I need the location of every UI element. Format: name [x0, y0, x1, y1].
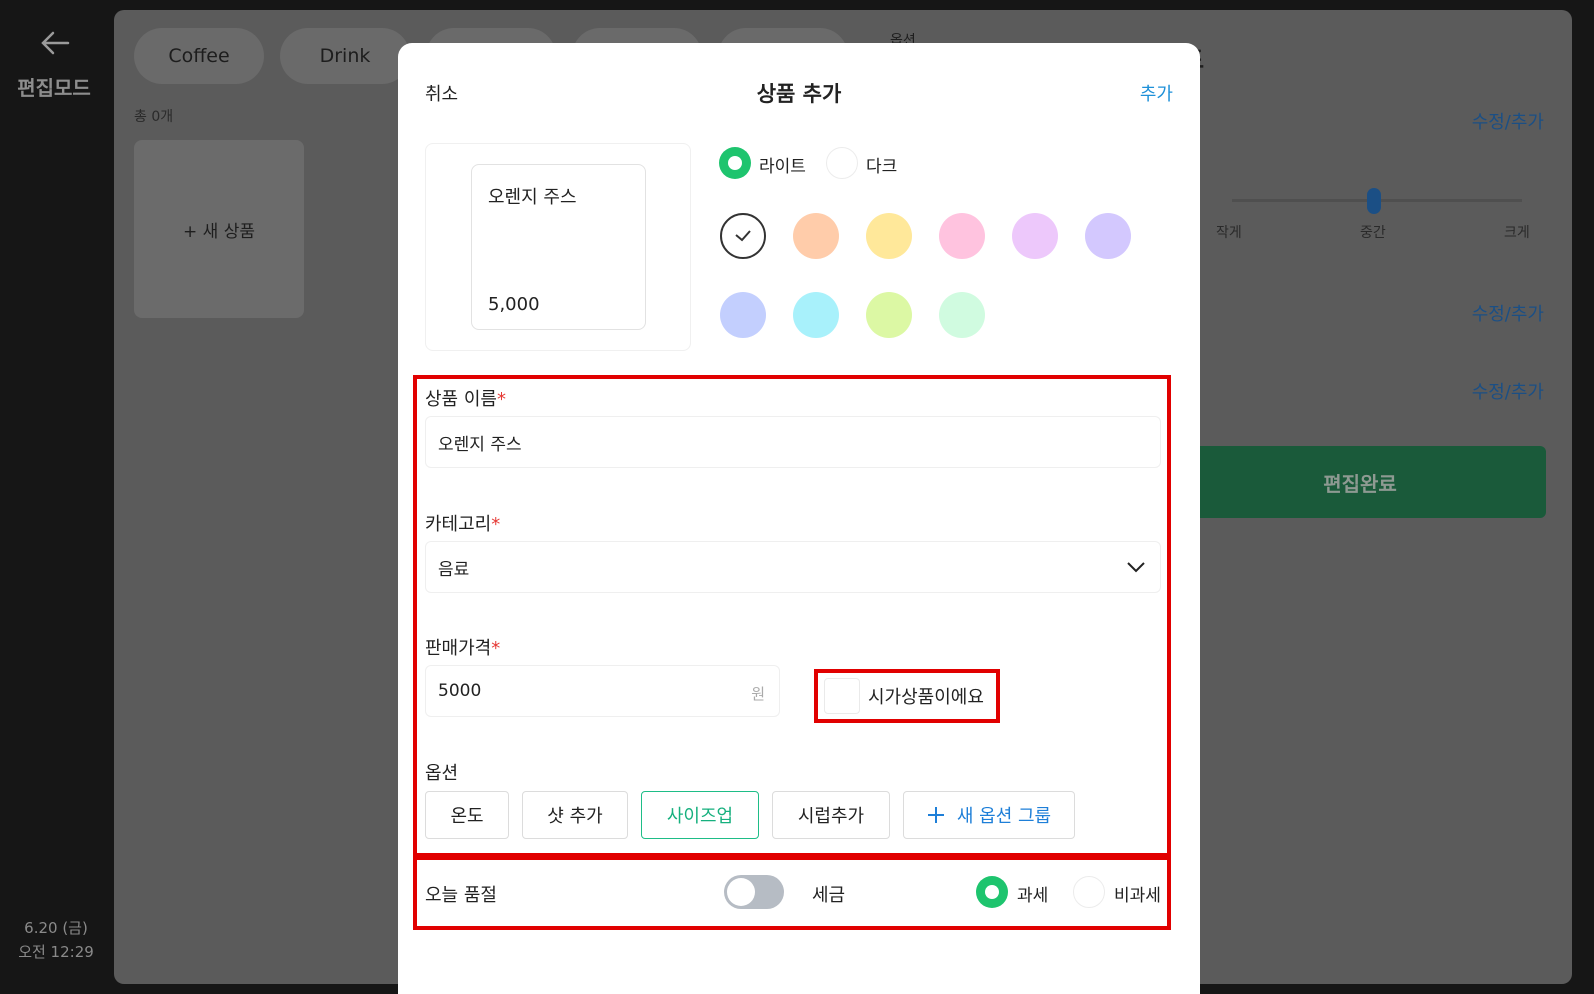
size-medium-label: 중간 [1360, 225, 1386, 241]
cancel-button[interactable]: 취소 [425, 80, 458, 106]
swatch-blue[interactable] [720, 292, 766, 338]
edit-mode-label: 편집모드 [17, 76, 91, 100]
swatch-mint[interactable] [939, 292, 985, 338]
highlight-soldout-tax [413, 856, 1171, 930]
theme-light-radio[interactable] [719, 147, 751, 179]
new-product-card[interactable]: + 새 상품 [134, 140, 304, 318]
theme-dark-label: 다크 [866, 157, 898, 177]
theme-dark-radio[interactable] [826, 147, 858, 179]
left-rail: 편집모드 6.20 (금) 오전 12:29 [0, 0, 112, 994]
swatch-lavender[interactable] [1085, 213, 1131, 259]
highlight-form-fields [413, 375, 1171, 857]
total-count: 총 0개 [134, 109, 174, 125]
size-small-label: 작게 [1216, 225, 1242, 241]
swatch-yellow[interactable] [866, 213, 912, 259]
tab-coffee[interactable]: Coffee [134, 28, 264, 84]
edit-group-link[interactable]: 수정/추가 [1472, 300, 1544, 326]
add-product-modal: 상품 추가 취소 추가 오렌지 주스 5,000 라이트 다크 상품 이름* 오… [398, 43, 1200, 994]
add-button[interactable]: 추가 [1140, 80, 1173, 106]
highlight-market-price [814, 669, 1000, 723]
preview-price: 5,000 [488, 294, 540, 315]
swatch-cyan[interactable] [793, 292, 839, 338]
product-preview: 오렌지 주스 5,000 [425, 143, 691, 351]
swatch-peach[interactable] [793, 213, 839, 259]
date-text: 6.20 (금) [24, 919, 88, 937]
preview-name: 오렌지 주스 [488, 187, 577, 208]
check-icon [735, 230, 751, 242]
edit-option-link[interactable]: 수정/추가 [1472, 378, 1544, 404]
time-text: 오전 12:29 [18, 943, 94, 961]
swatch-lime[interactable] [866, 292, 912, 338]
theme-light-label: 라이트 [759, 157, 806, 177]
swatch-lilac[interactable] [1012, 213, 1058, 259]
edit-category-link[interactable]: 수정/추가 [1472, 108, 1544, 134]
modal-title: 상품 추가 [756, 82, 842, 106]
swatch-pink[interactable] [939, 213, 985, 259]
size-slider-knob[interactable] [1367, 188, 1381, 214]
clock: 6.20 (금) 오전 12:29 [0, 916, 112, 964]
tab-drink[interactable]: Drink [280, 28, 410, 84]
size-large-label: 크게 [1504, 225, 1530, 241]
swatch-white-selected[interactable] [720, 213, 766, 259]
edit-done-button[interactable]: 편집완료 [1174, 446, 1546, 518]
back-arrow-icon[interactable] [38, 28, 72, 58]
preview-card: 오렌지 주스 5,000 [471, 164, 646, 330]
